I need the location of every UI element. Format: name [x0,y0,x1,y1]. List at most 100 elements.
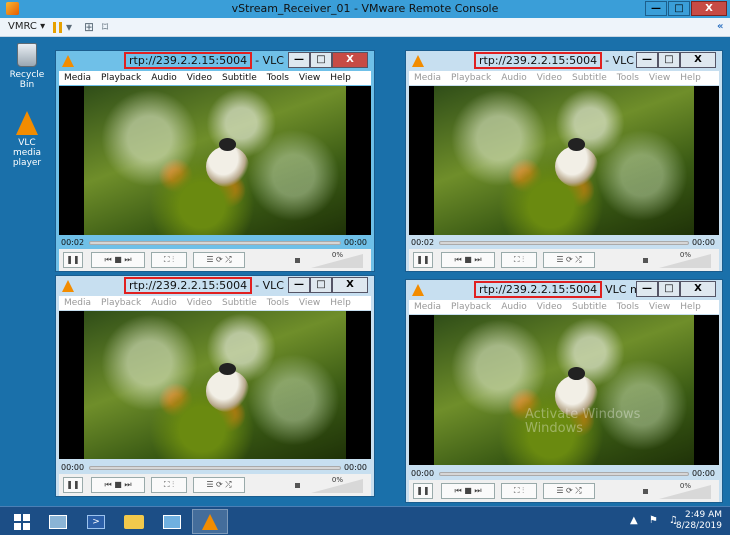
vlc-title-bar[interactable]: rtp://239.2.2.15:5004VLC media player — … [406,280,722,300]
play-pause-button[interactable]: ❚❚ [63,477,83,493]
menu-audio[interactable]: Audio [501,71,527,85]
play-pause-button[interactable]: ❚❚ [63,252,83,268]
menu-playback[interactable]: Playback [101,296,141,310]
prev-stop-next-buttons[interactable]: ⏮ ■ ⏭ [91,252,145,268]
folder-icon [124,514,144,529]
menu-media[interactable]: Media [414,300,441,314]
menu-help[interactable]: Help [680,71,701,85]
video-area[interactable] [409,86,719,235]
dropdown-icon[interactable]: ▾ [66,20,72,34]
taskbar-vlc[interactable] [192,509,228,534]
vlc-maximize-button[interactable]: □ [658,281,680,297]
menu-subtitle[interactable]: Subtitle [222,71,257,85]
vlc-minimize-button[interactable]: — [636,281,658,297]
menu-tools[interactable]: Tools [267,296,289,310]
vlc-window-2[interactable]: rtp://239.2.2.15:5004- VLC media player … [405,50,723,272]
taskbar-control-panel[interactable] [154,509,190,534]
menu-view[interactable]: View [649,71,670,85]
taskbar-server-manager[interactable] [40,509,76,534]
recycle-bin-shortcut[interactable]: Recycle Bin [4,43,50,90]
seek-slider[interactable] [89,466,341,470]
menu-help[interactable]: Help [680,300,701,314]
network-icon[interactable]: ⊞ [84,20,94,34]
menu-tools[interactable]: Tools [617,300,639,314]
menu-audio[interactable]: Audio [501,300,527,314]
seek-slider[interactable] [439,472,689,476]
taskbar-file-explorer[interactable] [116,509,152,534]
fullscreen-extended-buttons[interactable]: ⛶ ⫶ [151,477,187,493]
menu-help[interactable]: Help [330,296,351,310]
menu-tools[interactable]: Tools [617,71,639,85]
fullscreen-extended-buttons[interactable]: ⛶ ⫶ [501,483,537,499]
video-area[interactable] [59,86,371,235]
vlc-close-button[interactable]: X [332,52,368,68]
menu-media[interactable]: Media [414,71,441,85]
menu-audio[interactable]: Audio [151,71,177,85]
menu-subtitle[interactable]: Subtitle [572,300,607,314]
fullscreen-icon[interactable]: ⌑ [102,20,108,34]
vlc-window-4[interactable]: rtp://239.2.2.15:5004VLC media player — … [405,279,723,503]
volume-slider[interactable]: 0% [643,482,711,499]
system-tray-icons[interactable]: ▲ ⚑ ♫ [630,515,682,526]
volume-slider[interactable]: 0% [295,476,363,493]
vlc-window-3[interactable]: rtp://239.2.2.15:5004- VLC media player … [55,275,375,497]
vlc-maximize-button[interactable]: □ [310,52,332,68]
close-button[interactable]: X [691,1,727,16]
menu-playback[interactable]: Playback [451,300,491,314]
play-pause-button[interactable]: ❚❚ [413,483,433,499]
vlc-minimize-button[interactable]: — [636,52,658,68]
menu-subtitle[interactable]: Subtitle [222,296,257,310]
maximize-button[interactable]: □ [668,1,690,16]
prev-stop-next-buttons[interactable]: ⏮ ■ ⏭ [91,477,145,493]
vlc-shortcut[interactable]: VLC media player [4,111,50,168]
vlc-close-button[interactable]: X [332,277,368,293]
vlc-title-bar[interactable]: rtp://239.2.2.15:5004- VLC media player … [56,51,374,71]
seek-slider[interactable] [89,241,341,245]
menu-subtitle[interactable]: Subtitle [572,71,607,85]
vlc-close-button[interactable]: X [680,281,716,297]
vlc-title-bar[interactable]: rtp://239.2.2.15:5004- VLC media player … [406,51,722,71]
video-area[interactable] [59,311,371,459]
menu-video[interactable]: Video [537,300,562,314]
vlc-title-bar[interactable]: rtp://239.2.2.15:5004- VLC media player … [56,276,374,296]
menu-view[interactable]: View [299,296,320,310]
minimize-button[interactable]: — [645,1,667,16]
video-area[interactable] [409,315,719,465]
start-button[interactable] [4,509,40,534]
collapse-icon[interactable]: « [717,21,723,32]
menu-video[interactable]: Video [187,296,212,310]
vlc-maximize-button[interactable]: □ [310,277,332,293]
playlist-loop-shuffle-buttons[interactable]: ☰ ⟳ ⤮ [193,477,245,493]
pause-icon[interactable] [53,22,62,33]
playlist-loop-shuffle-buttons[interactable]: ☰ ⟳ ⤮ [543,252,595,268]
menu-view[interactable]: View [649,300,670,314]
vlc-minimize-button[interactable]: — [288,52,310,68]
fullscreen-extended-buttons[interactable]: ⛶ ⫶ [151,252,187,268]
vlc-window-1[interactable]: rtp://239.2.2.15:5004- VLC media player … [55,50,375,272]
vlc-minimize-button[interactable]: — [288,277,310,293]
menu-media[interactable]: Media [64,71,91,85]
prev-stop-next-buttons[interactable]: ⏮ ■ ⏭ [441,252,495,268]
fullscreen-extended-buttons[interactable]: ⛶ ⫶ [501,252,537,268]
clock[interactable]: 2:49 AM 8/28/2019 [676,510,722,532]
vmrc-menu-button[interactable]: VMRC ▾ [8,21,45,32]
volume-slider[interactable]: 0% [295,251,363,268]
menu-tools[interactable]: Tools [267,71,289,85]
menu-audio[interactable]: Audio [151,296,177,310]
menu-media[interactable]: Media [64,296,91,310]
vlc-close-button[interactable]: X [680,52,716,68]
vlc-maximize-button[interactable]: □ [658,52,680,68]
play-pause-button[interactable]: ❚❚ [413,252,433,268]
menu-video[interactable]: Video [187,71,212,85]
prev-stop-next-buttons[interactable]: ⏮ ■ ⏭ [441,483,495,499]
volume-slider[interactable]: 0% [643,251,711,268]
menu-playback[interactable]: Playback [101,71,141,85]
seek-slider[interactable] [439,241,689,245]
menu-help[interactable]: Help [330,71,351,85]
playlist-loop-shuffle-buttons[interactable]: ☰ ⟳ ⤮ [543,483,595,499]
menu-video[interactable]: Video [537,71,562,85]
menu-view[interactable]: View [299,71,320,85]
playlist-loop-shuffle-buttons[interactable]: ☰ ⟳ ⤮ [193,252,245,268]
taskbar-powershell[interactable]: > [78,509,114,534]
menu-playback[interactable]: Playback [451,71,491,85]
